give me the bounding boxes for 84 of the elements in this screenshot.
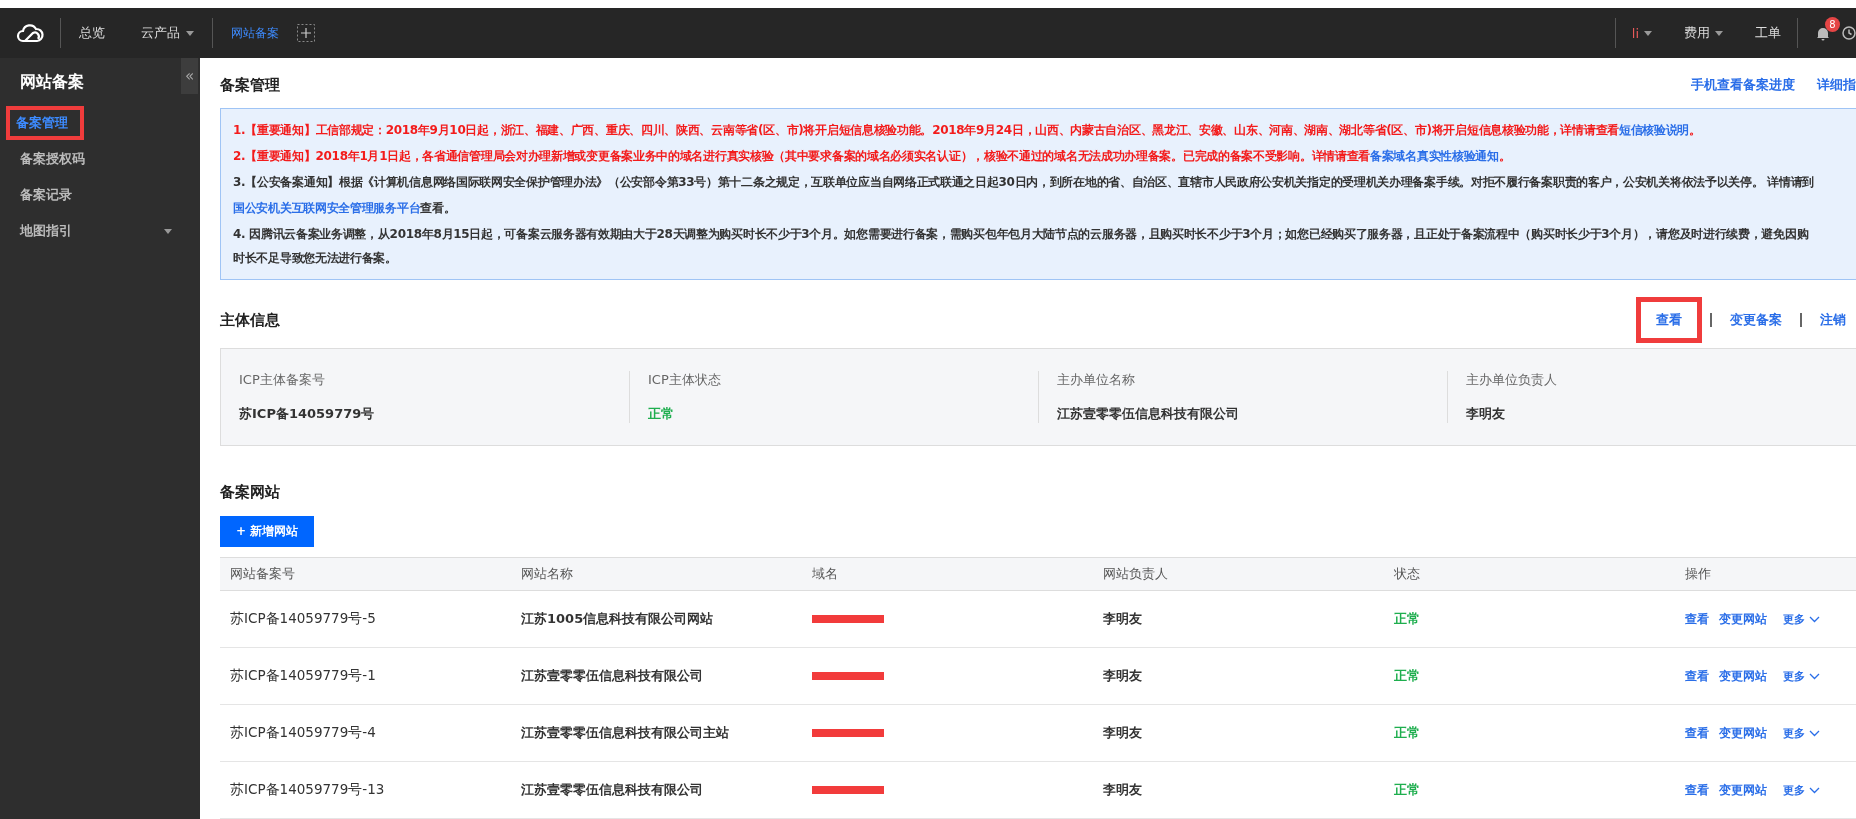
sidebar-item[interactable]: 地图指引	[0, 213, 200, 249]
subject-action-link[interactable]: 查看	[1636, 297, 1702, 343]
notice-text: 3.【公安备案通知】根据《计算机信息网络国际联网安全保护管理办法》（公安部令第33号）第十二条之规定，互联单位应当自网络正式联通之日起30日内，到所在地的省、自治区、直辖市人民政府公安机关指定的受理机关办理备案手续。对拒不履行备案职责的客户，公安机关将依法予以关停。 详情请到 国公安机关互联网安全管理服务平台查看。	[233, 174, 1816, 218]
header-link[interactable]: 手机查看备案进度	[1691, 76, 1795, 95]
column-header: 状态	[1384, 557, 1675, 591]
more-menu-button[interactable]: 更多	[1783, 611, 1820, 627]
collapse-button[interactable]: «	[181, 58, 198, 94]
table-cell: 江苏1005信息科技有限公司网站	[521, 611, 714, 626]
nav-item[interactable]: 云产品	[123, 24, 212, 42]
caret-icon	[186, 30, 194, 36]
table-cell: 李明友	[1103, 668, 1142, 683]
notice-link[interactable]: 备案域名真实性核验通知	[1370, 149, 1499, 164]
caret-icon	[1644, 30, 1652, 36]
cloud-logo-icon[interactable]	[16, 22, 44, 44]
more-menu-button[interactable]: 更多	[1783, 725, 1820, 741]
table-cell: 苏ICP备14059779号-13	[230, 781, 385, 797]
column-header: 网站名称	[511, 557, 802, 591]
notice-text: 1.【重要通知】工信部规定：2018年9月10日起，浙江、福建、广西、重庆、四川、陕西、云南等省(区、市)将开启短信息核验功能。2018年9月24日，山西、内蒙古自治区、黑龙江、安徽、山东、河南、湖南、湖北等省(区、市)将开启短信息核验功能，详情请查看短信核验说明。	[233, 122, 1702, 140]
field-value: 江苏壹零零伍信息科技有限公司	[1057, 404, 1240, 423]
table-cell: 江苏壹零零伍信息科技有限公司	[521, 668, 703, 683]
header-link[interactable]: 详细指	[1817, 76, 1856, 95]
status-text: 正常	[1394, 725, 1420, 740]
chevron-down-icon	[1809, 672, 1820, 680]
table-cell: 李明友	[1103, 782, 1142, 797]
row-action-link[interactable]: 变更网站	[1719, 610, 1767, 628]
table-cell: 李明友	[1103, 611, 1142, 626]
section-title: 备案网站	[220, 483, 280, 503]
topbar-menu[interactable]: li	[1615, 25, 1668, 41]
add-tab-icon[interactable]	[297, 24, 315, 42]
chevron-down-icon	[1809, 615, 1820, 623]
field-label: 主办单位名称	[1057, 370, 1136, 389]
chevron-down-icon	[1809, 786, 1820, 794]
field-value: 苏ICP备14059779号	[239, 404, 376, 423]
caret-icon	[164, 228, 172, 234]
sidebar-title: 网站备案	[20, 72, 84, 93]
nav-item[interactable]: 网站备案	[213, 24, 297, 42]
notification-badge: 8	[1825, 16, 1840, 32]
notice-text: 2.【重要通知】2018年1月1日起，各省通信管理局会对办理新增或变更备案业务中的域名进行真实核验（其中要求备案的域名必须实名认证），核验不通过的域名无法成功办理备案。已完成的备案不受影响。详情请查看备案域名真实性核验通知。	[233, 148, 1512, 166]
table-cell: 江苏壹零零伍信息科技有限公司主站	[521, 725, 729, 740]
add-site-button[interactable]: + 新增网站	[220, 516, 315, 547]
nav-item[interactable]: 总览	[61, 24, 123, 42]
field-value: 李明友	[1466, 404, 1506, 423]
column-header: 域名	[802, 557, 1093, 591]
table-cell: 苏ICP备14059779号-1	[230, 667, 376, 683]
more-menu-button[interactable]: 更多	[1783, 668, 1820, 684]
subject-action-link[interactable]: 变更备案	[1720, 303, 1792, 337]
clock-icon[interactable]	[1842, 26, 1856, 40]
column-header: 操作	[1675, 557, 1856, 591]
sidebar-item[interactable]: 备案授权码	[0, 141, 200, 177]
subject-action-link[interactable]: 注销	[1810, 303, 1856, 337]
topbar-menu[interactable]: 费用	[1668, 24, 1739, 42]
row-action-link[interactable]: 变更网站	[1719, 781, 1767, 799]
field-label: 主办单位负责人	[1466, 370, 1558, 389]
field-value: 正常	[648, 404, 675, 423]
row-action-link[interactable]: 变更网站	[1719, 667, 1767, 685]
row-action-link[interactable]: 变更网站	[1719, 724, 1767, 742]
field-label: ICP主体状态	[648, 370, 722, 389]
more-menu-button[interactable]: 更多	[1783, 782, 1820, 798]
field-label: ICP主体备案号	[239, 370, 326, 389]
notice-text: 4. 因腾讯云备案业务调整，从2018年8月15日起，可备案云服务器有效期由大于28天调整为购买时长不少于3个月。如您需要进行备案，需购买包年包月大陆节点的云服务器，且购买时长不少于3个月；如您已经购买了服务器，且正处于备案流程中（购买时长少于3个月），请您及时进行续费，避免因购	[233, 226, 1810, 244]
row-action-link[interactable]: 查看	[1685, 610, 1709, 628]
table-cell: 苏ICP备14059779号-4	[230, 724, 376, 740]
row-action-link[interactable]: 查看	[1685, 781, 1709, 799]
table-cell: 李明友	[1103, 725, 1142, 740]
table-cell: 江苏壹零零伍信息科技有限公司	[521, 782, 703, 797]
notice-link[interactable]: 短信核验说明	[1618, 123, 1690, 138]
sidebar-item[interactable]: 备案管理	[0, 105, 200, 141]
row-action-link[interactable]: 查看	[1685, 724, 1709, 742]
chevron-down-icon	[1809, 729, 1820, 737]
column-header: 网站负责人	[1093, 557, 1384, 591]
caret-icon	[1715, 30, 1723, 36]
topbar-menu[interactable]: 工单	[1739, 24, 1797, 42]
page-title: 备案管理	[220, 75, 280, 95]
column-header: 网站备案号	[220, 557, 511, 591]
table-cell: 苏ICP备14059779号-5	[230, 610, 376, 626]
notice-link[interactable]: 国公安机关互联网安全管理服务平台	[233, 201, 421, 216]
sidebar-item[interactable]: 备案记录	[0, 177, 200, 213]
status-text: 正常	[1394, 668, 1420, 683]
status-text: 正常	[1394, 611, 1420, 626]
row-action-link[interactable]: 查看	[1685, 667, 1709, 685]
status-text: 正常	[1394, 782, 1420, 797]
section-title: 主体信息	[220, 310, 280, 330]
bell-icon[interactable]	[1816, 25, 1830, 41]
notice-text: 时长不足导致您无法进行备案。	[233, 250, 398, 268]
